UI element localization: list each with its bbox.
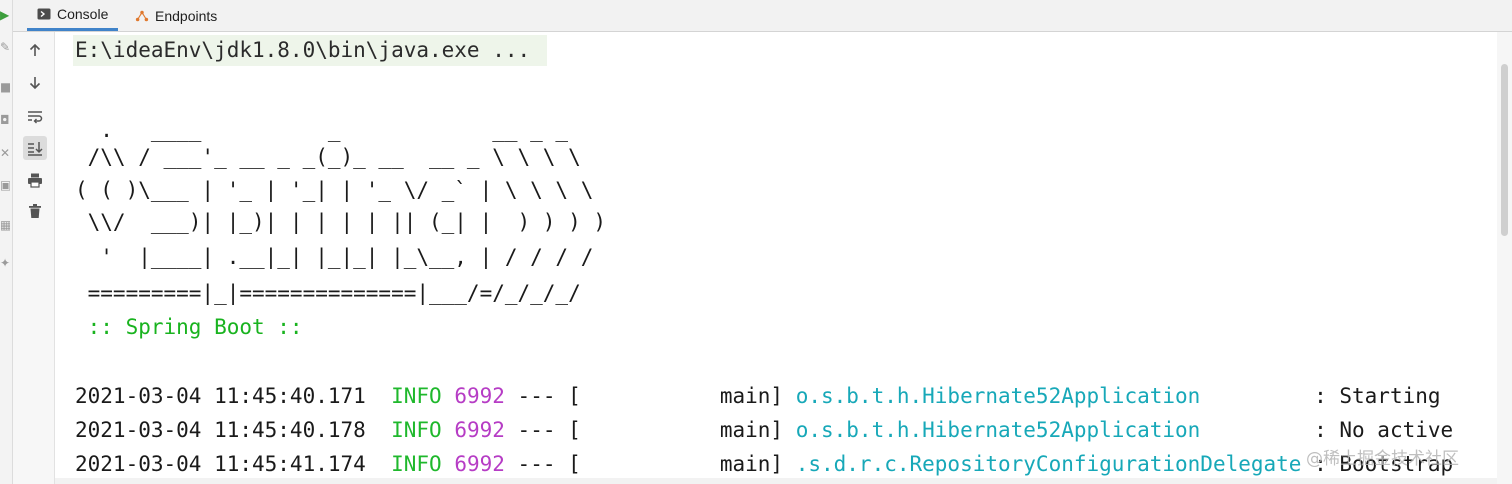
vertical-scrollbar[interactable] [1497, 32, 1512, 484]
log-timestamp: 2021-03-04 11:45:40.171 [75, 384, 366, 408]
camera-icon[interactable]: ◘ [0, 113, 10, 127]
print-button[interactable] [23, 168, 47, 192]
log-thread: main] [580, 452, 784, 476]
log-message: : Starting [1200, 384, 1441, 408]
settings-icon[interactable]: ✕ [0, 146, 10, 160]
scroll-to-end-icon [28, 142, 43, 156]
log-thread: main] [580, 384, 784, 408]
console-icon [37, 7, 51, 21]
horizontal-scrollbar[interactable] [55, 478, 1497, 484]
up-arrow-icon [29, 43, 41, 56]
watermark: @稀土掘金技术社区 [1306, 449, 1459, 469]
down-arrow-icon [29, 77, 41, 90]
spring-boot-label: :: Spring Boot :: [75, 315, 316, 339]
console-output[interactable]: E:\ideaEnv\jdk1.8.0\bin\java.exe ... . _… [55, 32, 1497, 484]
wrench-icon[interactable]: ✎ [0, 40, 10, 54]
down-arrow-button[interactable] [23, 71, 47, 95]
tab-label: Endpoints [155, 7, 218, 24]
log-level: INFO [391, 452, 442, 476]
banner-line: /\\ / ___'_ __ _ _(_)_ __ __ _ \ \ \ \ [75, 145, 581, 169]
soft-wrap-button[interactable] [23, 104, 47, 128]
tab-console[interactable]: Console [27, 0, 119, 31]
banner-line: ( ( )\___ | '_ | '_| | '_ \/ _` | \ \ \ … [75, 178, 594, 202]
log-logger: o.s.b.t.h.Hibernate52Application [795, 384, 1201, 408]
log-separator: --- [ [504, 418, 581, 442]
log-level: INFO [391, 384, 442, 408]
up-arrow-button[interactable] [23, 38, 47, 62]
log-logger: o.s.b.t.h.Hibernate52Application [795, 418, 1201, 442]
log-separator: --- [ [504, 384, 581, 408]
stop-icon[interactable]: ■ [0, 80, 10, 94]
log-pid: 6992 [454, 452, 505, 476]
console-toolbar [13, 32, 55, 484]
log-timestamp: 2021-03-04 11:45:41.174 [75, 452, 366, 476]
command-line: E:\ideaEnv\jdk1.8.0\bin\java.exe ... [75, 38, 531, 62]
run-tool-window: ▶ ✎ ■ ◘ ✕ ▣ ▦ ✦ Console Endpoints E:\ide… [0, 0, 1512, 484]
pin-icon[interactable]: ✦ [0, 256, 10, 270]
print-icon [28, 173, 42, 188]
run-icon[interactable]: ▶ [0, 8, 10, 22]
banner-line: =========|_|==============|___/=/_/_/_/ [75, 281, 581, 305]
clear-all-button[interactable] [23, 199, 47, 223]
trash-icon [29, 204, 41, 218]
endpoints-icon [135, 9, 149, 23]
tab-endpoints[interactable]: Endpoints [125, 0, 227, 31]
log-line: 2021-03-04 11:45:40.171 INFO 6992 --- [ … [75, 381, 1441, 411]
log-line: 2021-03-04 11:45:41.174 INFO 6992 --- [ … [75, 449, 1453, 479]
banner-line: . ____ _ __ _ _ [75, 118, 569, 142]
tab-label: Console [57, 6, 109, 22]
scroll-to-end-button[interactable] [23, 136, 47, 160]
log-message: : No active [1200, 418, 1454, 442]
banner-line: ' |____| .__|_| |_|_| |_\__, | / / / / [75, 245, 594, 269]
log-timestamp: 2021-03-04 11:45:40.178 [75, 418, 366, 442]
log-line: 2021-03-04 11:45:40.178 INFO 6992 --- [ … [75, 415, 1453, 445]
scrollbar-thumb[interactable] [1501, 64, 1508, 236]
layout-icon[interactable]: ▦ [0, 218, 10, 232]
log-logger: .s.d.r.c.RepositoryConfigurationDelegate [795, 452, 1302, 476]
restore-layout-icon[interactable]: ▣ [0, 178, 10, 192]
log-separator: --- [ [504, 452, 581, 476]
log-level: INFO [391, 418, 442, 442]
log-pid: 6992 [454, 384, 505, 408]
tab-bar: Console Endpoints [13, 0, 1512, 32]
banner-line: \\/ ___)| |_)| | | | | || (_| | ) ) ) ) [75, 210, 607, 234]
log-pid: 6992 [454, 418, 505, 442]
log-thread: main] [580, 418, 784, 442]
left-activity-strip: ▶ ✎ ■ ◘ ✕ ▣ ▦ ✦ [0, 0, 13, 484]
soft-wrap-icon [28, 111, 43, 124]
